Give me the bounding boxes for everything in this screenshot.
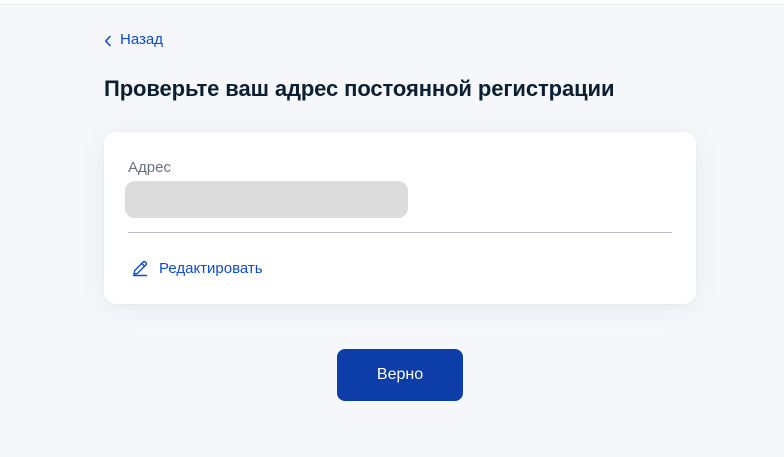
confirm-button[interactable]: Верно	[337, 349, 463, 401]
edit-address-label: Редактировать	[159, 259, 263, 277]
edit-address-link[interactable]: Редактировать	[131, 259, 263, 277]
address-field-label: Адрес	[128, 159, 171, 176]
back-link[interactable]: Назад	[104, 31, 163, 48]
address-card: Адрес Редактировать	[104, 132, 696, 304]
chevron-left-icon	[104, 34, 112, 46]
back-link-label: Назад	[120, 31, 163, 48]
address-value-placeholder	[125, 181, 408, 218]
page-title: Проверьте ваш адрес постоянной регистрац…	[104, 76, 615, 101]
divider	[128, 232, 672, 233]
pencil-icon	[131, 259, 149, 277]
top-bar	[0, 0, 784, 5]
